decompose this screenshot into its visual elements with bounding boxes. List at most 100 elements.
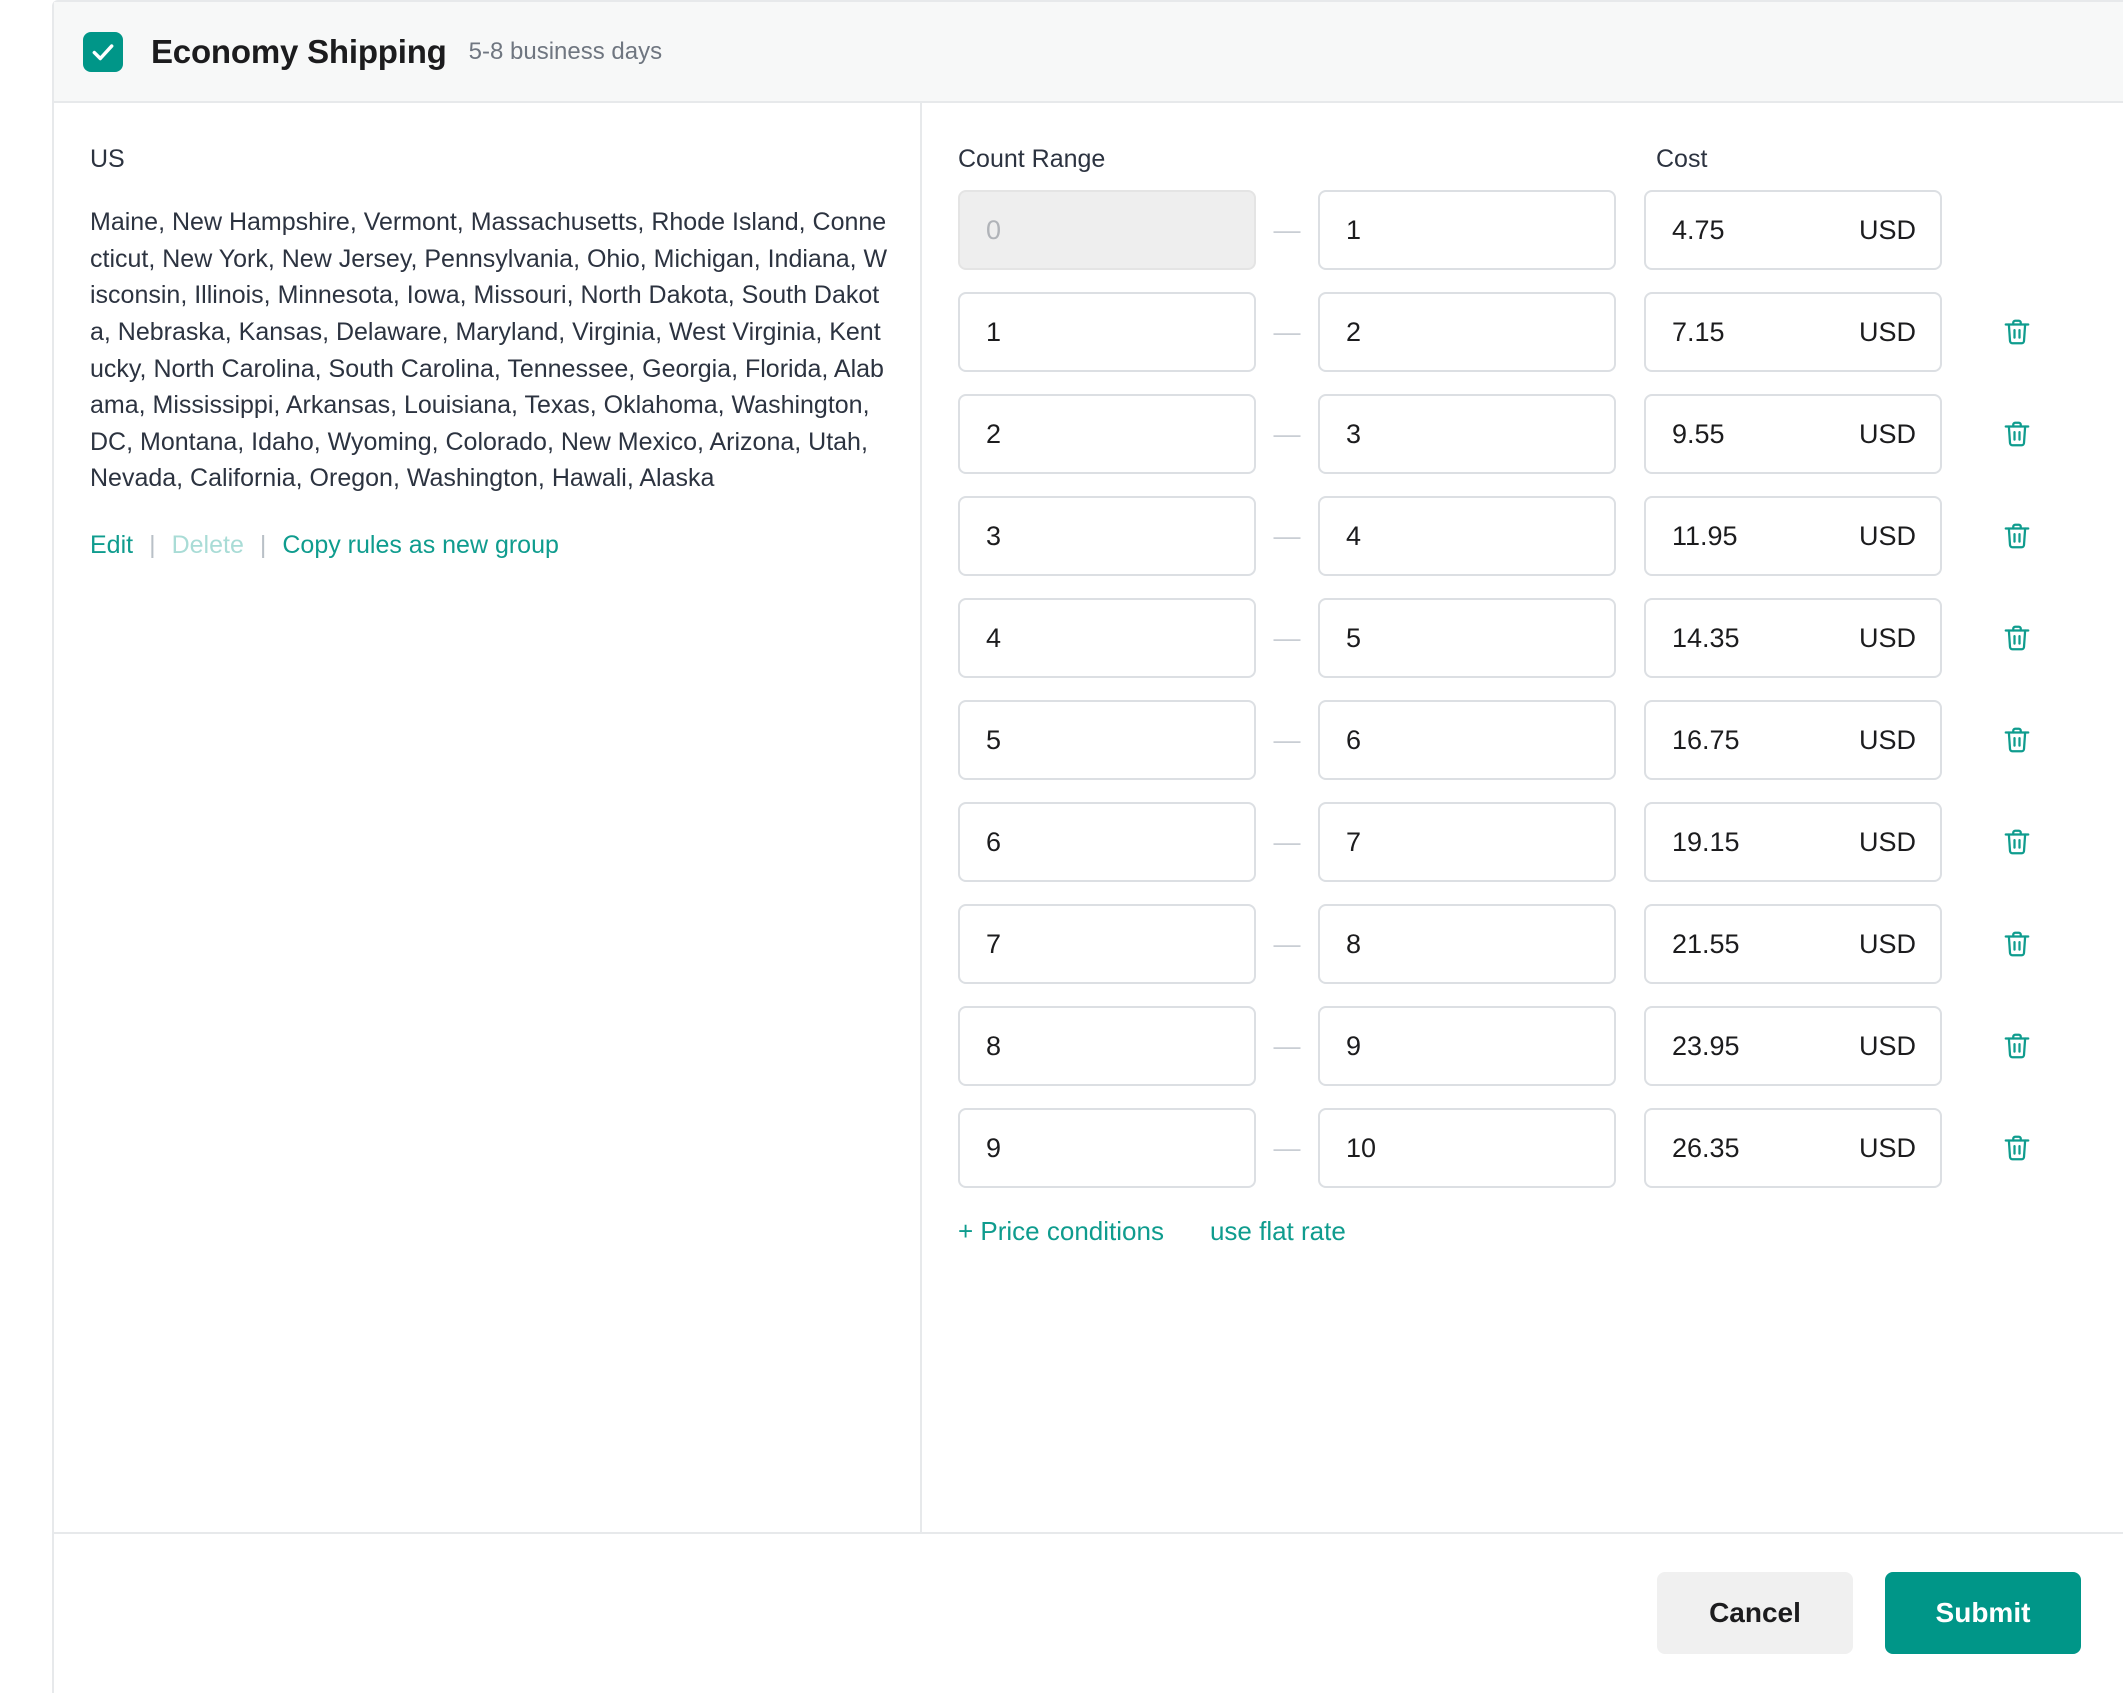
cost-input[interactable]: 23.95 USD: [1644, 1006, 1942, 1086]
submit-button[interactable]: Submit: [1885, 1572, 2081, 1654]
cost-value: 16.75: [1672, 724, 1740, 755]
count-range-column-header: Count Range: [958, 145, 1106, 173]
delete-row-button[interactable]: [1994, 513, 2040, 559]
zone-country-label: US: [90, 145, 125, 173]
trash-icon: [2002, 827, 2032, 857]
row-delete-cell: [1962, 615, 2072, 661]
cost-value: 7.15: [1672, 316, 1725, 347]
dialog-action-bar: Cancel Submit: [54, 1532, 2123, 1692]
rate-row: 3 — 4 11.95 USD: [958, 496, 2083, 576]
rate-row: 4 — 5 14.35 USD: [958, 598, 2083, 678]
rate-rows-container: 0 — 1 4.75 USD 1 — 2 7.15 USD 2 — 3 9.55 USD 3 — 4 11.95 US…: [958, 190, 2083, 1188]
range-to-input[interactable]: 3: [1318, 394, 1616, 474]
rate-table-panel: Count Range Cost 0—1 4.75 USD 1—2 7.15 USD 2—3…: [922, 103, 2123, 1532]
currency-label: USD: [1858, 520, 1916, 551]
zone-actions: Edit | Delete | Copy rules as new group: [90, 531, 890, 560]
edit-zone-link[interactable]: Edit: [90, 531, 133, 560]
range-from-value: 7: [986, 928, 1002, 959]
range-from-input[interactable]: 1: [958, 292, 1256, 372]
range-to-value: 10: [1346, 1132, 1377, 1163]
cost-value: 21.55: [1672, 928, 1740, 959]
range-separator: —: [1273, 724, 1301, 755]
range-to-input[interactable]: 9: [1318, 1006, 1616, 1086]
delete-zone-link: Delete: [171, 531, 244, 559]
range-to-input[interactable]: 6: [1318, 700, 1616, 780]
range-separator: —: [1273, 622, 1301, 653]
rate-row: 1 — 2 7.15 USD: [958, 292, 2083, 372]
range-from-input[interactable]: 6: [958, 802, 1256, 882]
delete-row-button[interactable]: [1994, 615, 2040, 661]
range-to-input[interactable]: 4: [1318, 496, 1616, 576]
range-to-input[interactable]: 5: [1318, 598, 1616, 678]
use-flat-rate-link[interactable]: use flat rate: [1210, 1216, 1346, 1247]
row-delete-cell: [1962, 921, 2072, 967]
delete-row-button[interactable]: [1994, 921, 2040, 967]
range-from-value: 0: [986, 214, 1002, 245]
zone-panel: US Maine, New Hampshire, Vermont, Massac…: [54, 103, 922, 1532]
cost-input[interactable]: 4.75 USD: [1644, 190, 1942, 270]
range-from-value: 1: [986, 316, 1002, 347]
range-from-value: 8: [986, 1030, 1002, 1061]
range-from-input[interactable]: 2: [958, 394, 1256, 474]
rate-row: 6 — 7 19.15 USD: [958, 802, 2083, 882]
currency-label: USD: [1858, 418, 1916, 449]
range-from-input: 0: [958, 190, 1256, 270]
row-delete-cell: [1962, 819, 2072, 865]
range-from-value: 9: [986, 1132, 1002, 1163]
zone-states-list: Maine, New Hampshire, Vermont, Massachus…: [90, 208, 888, 493]
range-from-input[interactable]: 5: [958, 700, 1256, 780]
row-delete-cell: [1962, 513, 2072, 559]
cost-input[interactable]: 11.95 USD: [1644, 496, 1942, 576]
rate-row: 9 — 10 26.35 USD: [958, 1108, 2083, 1188]
range-to-input[interactable]: 10: [1318, 1108, 1616, 1188]
copy-rules-as-new-group-link[interactable]: Copy rules as new group: [282, 531, 559, 560]
delete-row-button[interactable]: [1994, 1125, 2040, 1171]
range-from-input[interactable]: 4: [958, 598, 1256, 678]
range-to-input[interactable]: 1: [1318, 190, 1616, 270]
range-separator: —: [1273, 826, 1301, 857]
range-to-value: 4: [1346, 520, 1362, 551]
row-delete-cell: [1962, 411, 2072, 457]
delete-row-button[interactable]: [1994, 309, 2040, 355]
range-to-input[interactable]: 2: [1318, 292, 1616, 372]
range-to-value: 7: [1346, 826, 1362, 857]
range-from-input[interactable]: 7: [958, 904, 1256, 984]
range-to-input[interactable]: 8: [1318, 904, 1616, 984]
cost-input[interactable]: 26.35 USD: [1644, 1108, 1942, 1188]
cost-input[interactable]: 19.15 USD: [1644, 802, 1942, 882]
rate-row: 8 — 9 23.95 USD: [958, 1006, 2083, 1086]
cost-input[interactable]: 21.55 USD: [1644, 904, 1942, 984]
range-from-input[interactable]: 3: [958, 496, 1256, 576]
range-separator: —: [1273, 1132, 1301, 1163]
add-price-conditions-link[interactable]: + Price conditions: [958, 1216, 1164, 1247]
cost-input[interactable]: 7.15 USD: [1644, 292, 1942, 372]
delete-row-button[interactable]: [1994, 717, 2040, 763]
delete-row-button[interactable]: [1994, 411, 2040, 457]
range-separator: —: [1273, 1030, 1301, 1061]
rate-row: 5 — 6 16.75 USD: [958, 700, 2083, 780]
range-from-input[interactable]: 9: [958, 1108, 1256, 1188]
action-separator-1: |: [149, 531, 156, 559]
service-enabled-checkbox[interactable]: [83, 31, 123, 72]
cost-input[interactable]: 14.35 USD: [1644, 598, 1942, 678]
range-to-value: 1: [1346, 214, 1362, 245]
range-to-value: 6: [1346, 724, 1362, 755]
cost-input[interactable]: 16.75 USD: [1644, 700, 1942, 780]
currency-label: USD: [1858, 316, 1916, 347]
range-from-input[interactable]: 8: [958, 1006, 1256, 1086]
cost-value: 19.15: [1672, 826, 1740, 857]
shipping-service-card: Economy Shipping 5-8 business days US Ma…: [52, 0, 2123, 1693]
delete-row-button[interactable]: [1994, 819, 2040, 865]
row-delete-cell: [1962, 1023, 2072, 1069]
range-to-value: 8: [1346, 928, 1362, 959]
row-delete-cell: [1962, 309, 2072, 355]
range-separator: —: [1273, 214, 1301, 245]
delete-row-button[interactable]: [1994, 1023, 2040, 1069]
trash-icon: [2002, 725, 2032, 755]
rate-table-footer: + Price conditions use flat rate: [958, 1216, 2083, 1247]
range-from-value: 3: [986, 520, 1002, 551]
range-to-input[interactable]: 7: [1318, 802, 1616, 882]
cost-input[interactable]: 9.55 USD: [1644, 394, 1942, 474]
cancel-button[interactable]: Cancel: [1657, 1572, 1853, 1654]
rate-row: 0 — 1 4.75 USD: [958, 190, 2083, 270]
